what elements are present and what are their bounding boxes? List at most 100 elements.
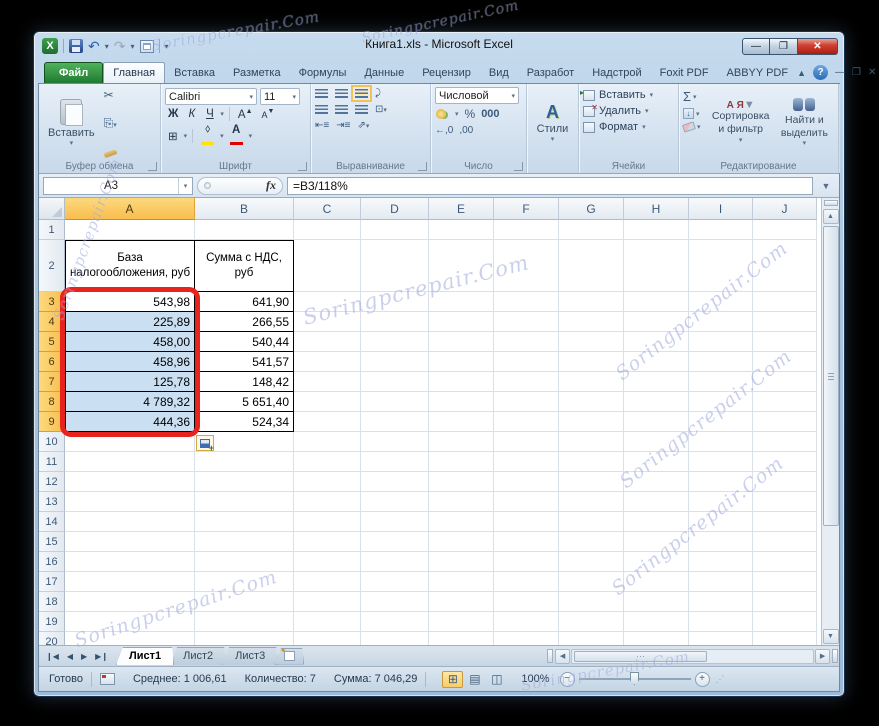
tab-формулы[interactable]: Формулы [290,63,356,83]
font-size-combo[interactable]: 11 ▾ [260,88,300,105]
column-header-C[interactable]: C [294,198,361,220]
zoom-level[interactable]: 100% [521,673,549,685]
cell-A12[interactable] [65,472,195,492]
cell-I5[interactable] [689,332,753,352]
cell-G14[interactable] [559,512,624,532]
cell-B12[interactable] [195,472,294,492]
column-header-H[interactable]: H [624,198,689,220]
cell-B7[interactable]: 148,42 [195,372,294,392]
cell-J8[interactable] [753,392,817,412]
column-header-F[interactable]: F [494,198,559,220]
cell-F14[interactable] [494,512,559,532]
cell-I17[interactable] [689,572,753,592]
copy-icon[interactable]: ⎘▾ [104,117,117,132]
delete-cells-button[interactable]: Удалить▾ [583,103,674,117]
row-header-13[interactable]: 13 [39,492,65,512]
cell-H12[interactable] [624,472,689,492]
cell-F3[interactable] [494,292,559,312]
cell-I11[interactable] [689,452,753,472]
cell-J18[interactable] [753,592,817,612]
cell-F16[interactable] [494,552,559,572]
cell-J7[interactable] [753,372,817,392]
cell-A9[interactable]: 444,36 [65,412,195,432]
cell-I18[interactable] [689,592,753,612]
cell-A7[interactable]: 125,78 [65,372,195,392]
cell-H18[interactable] [624,592,689,612]
cell-E13[interactable] [429,492,494,512]
cell-B4[interactable]: 266,55 [195,312,294,332]
cell-C7[interactable] [294,372,361,392]
cell-F19[interactable] [494,612,559,632]
cell-A19[interactable] [65,612,195,632]
insert-sheet-tab[interactable] [274,648,304,665]
cell-I16[interactable] [689,552,753,572]
custom-form-icon[interactable] [139,39,154,53]
column-header-J[interactable]: J [753,198,817,220]
tab-главная[interactable]: Главная [103,62,166,83]
tab-разметка[interactable]: Разметка [224,63,290,83]
cell-C5[interactable] [294,332,361,352]
sheet-tab-лист1[interactable]: Лист1 [116,647,174,665]
cell-J5[interactable] [753,332,817,352]
cell-D8[interactable] [361,392,429,412]
cell-C2[interactable] [294,240,361,292]
cell-C4[interactable] [294,312,361,332]
cell-F5[interactable] [494,332,559,352]
vertical-scroll-thumb[interactable] [822,226,839,526]
tab-рецензир[interactable]: Рецензир [413,63,480,83]
tab-разработ[interactable]: Разработ [518,63,583,83]
cell-E16[interactable] [429,552,494,572]
cell-D20[interactable] [361,632,429,645]
cell-B9[interactable]: 524,34 [195,412,294,432]
minimize-button[interactable]: — [742,37,770,55]
cell-E6[interactable] [429,352,494,372]
align-top-icon[interactable] [315,89,328,98]
cell-C15[interactable] [294,532,361,552]
cell-E18[interactable] [429,592,494,612]
cell-E3[interactable] [429,292,494,312]
italic-button[interactable]: К [184,108,199,120]
tab-foxit-pdf[interactable]: Foxit PDF [651,63,718,83]
cell-B19[interactable] [195,612,294,632]
cell-J15[interactable] [753,532,817,552]
grow-font-button[interactable]: А▲ [235,108,256,121]
normal-view-icon[interactable]: ⊞ [442,670,464,688]
cell-D6[interactable] [361,352,429,372]
cell-G16[interactable] [559,552,624,572]
cell-J2[interactable] [753,240,817,292]
last-sheet-icon[interactable]: ▶❙ [91,652,112,661]
cell-I7[interactable] [689,372,753,392]
scroll-left-icon[interactable]: ◀ [555,648,571,664]
insert-cells-button[interactable]: Вставить▾ [580,88,674,102]
cell-E10[interactable] [429,432,494,452]
cell-F7[interactable] [494,372,559,392]
cell-H17[interactable] [624,572,689,592]
cell-C20[interactable] [294,632,361,645]
cell-C16[interactable] [294,552,361,572]
page-layout-view-icon[interactable]: ▤ [464,671,485,688]
cell-F12[interactable] [494,472,559,492]
cell-G19[interactable] [559,612,624,632]
cell-G5[interactable] [559,332,624,352]
zoom-in-icon[interactable]: + [694,671,710,687]
prev-sheet-icon[interactable]: ◀ [63,652,77,661]
cell-D9[interactable] [361,412,429,432]
zoom-track[interactable] [578,672,691,685]
alignment-dialog-launcher-icon[interactable] [418,162,427,171]
cell-A1[interactable] [65,220,195,240]
formula-input[interactable]: =B3/118% [287,176,813,195]
cell-G6[interactable] [559,352,624,372]
underline-dropdown-icon[interactable]: ▾ [220,110,224,118]
redo-dropdown-icon[interactable]: ▾ [130,42,134,51]
cell-A11[interactable] [65,452,195,472]
clipboard-dialog-launcher-icon[interactable] [148,162,157,171]
horizontal-scrollbar[interactable] [571,648,815,664]
tab-данные[interactable]: Данные [355,63,413,83]
cell-G15[interactable] [559,532,624,552]
column-header-E[interactable]: E [429,198,494,220]
customize-qat-icon[interactable]: ▾ [165,42,169,51]
cell-F18[interactable] [494,592,559,612]
cell-F10[interactable] [494,432,559,452]
cell-H3[interactable] [624,292,689,312]
cell-H2[interactable] [624,240,689,292]
